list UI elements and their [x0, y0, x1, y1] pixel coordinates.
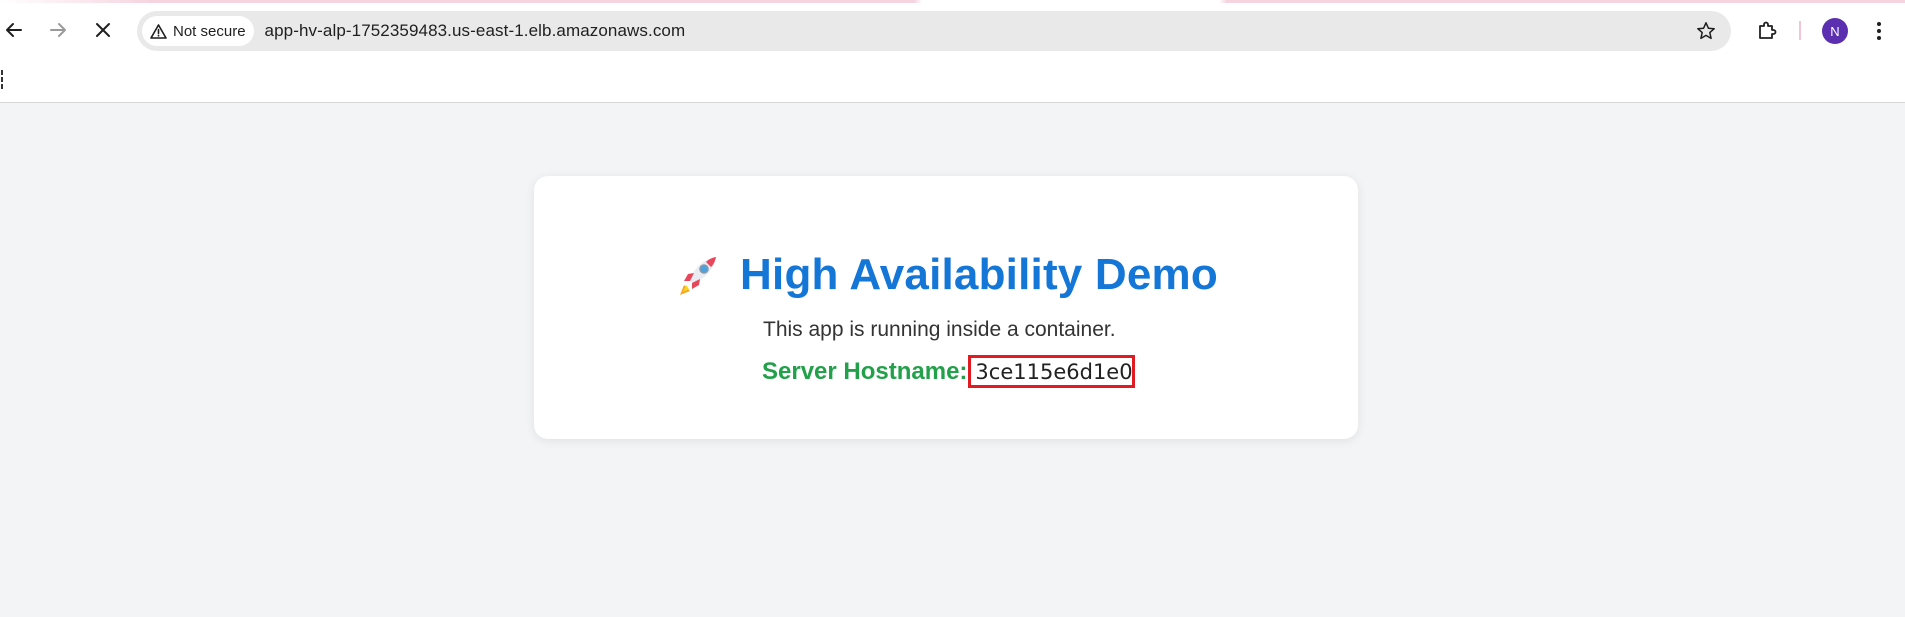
tab-strip-edge [0, 0, 1905, 3]
hostname-label: Server Hostname: [762, 357, 968, 385]
profile-avatar[interactable]: N [1822, 18, 1848, 44]
warning-triangle-icon [150, 23, 167, 39]
forward-button[interactable] [44, 16, 72, 44]
arrow-left-icon [6, 23, 22, 37]
extensions-button[interactable] [1754, 18, 1780, 44]
back-button[interactable] [0, 16, 28, 44]
page-viewport: High Availability Demo This app is runni… [0, 103, 1905, 617]
kebab-menu-icon [1877, 22, 1881, 40]
page-title: High Availability Demo [740, 250, 1218, 299]
bookmarks-bar [0, 60, 1905, 103]
hostname-highlight-box: 3ce115e6d1e0 [968, 355, 1136, 388]
browser-toolbar: Not secure app-hv-alp-1752359483.us-east… [0, 0, 1905, 60]
address-bar[interactable]: Not secure app-hv-alp-1752359483.us-east… [137, 11, 1731, 51]
title-row: High Availability Demo [534, 250, 1358, 300]
hostname-row: Server Hostname: 3ce115e6d1e0 [762, 355, 1136, 388]
page-subtitle: This app is running inside a container. [763, 318, 1116, 341]
info-card: High Availability Demo This app is runni… [534, 176, 1358, 439]
bookmark-star-button[interactable] [1695, 20, 1717, 42]
url-text[interactable]: app-hv-alp-1752359483.us-east-1.elb.amaz… [265, 21, 686, 41]
puzzle-icon [1759, 21, 1777, 39]
star-icon [1697, 22, 1715, 40]
security-indicator[interactable]: Not secure [142, 16, 254, 46]
apps-grid-icon[interactable] [1, 70, 5, 90]
rocket-icon [680, 257, 717, 295]
toolbar-divider [1799, 21, 1801, 40]
browser-menu-button[interactable] [1869, 18, 1889, 44]
arrow-right-icon [50, 23, 66, 37]
security-label: Not secure [173, 22, 246, 40]
hostname-value: 3ce115e6d1e0 [975, 359, 1133, 384]
stop-loading-button[interactable] [89, 16, 117, 44]
close-icon [96, 23, 110, 37]
